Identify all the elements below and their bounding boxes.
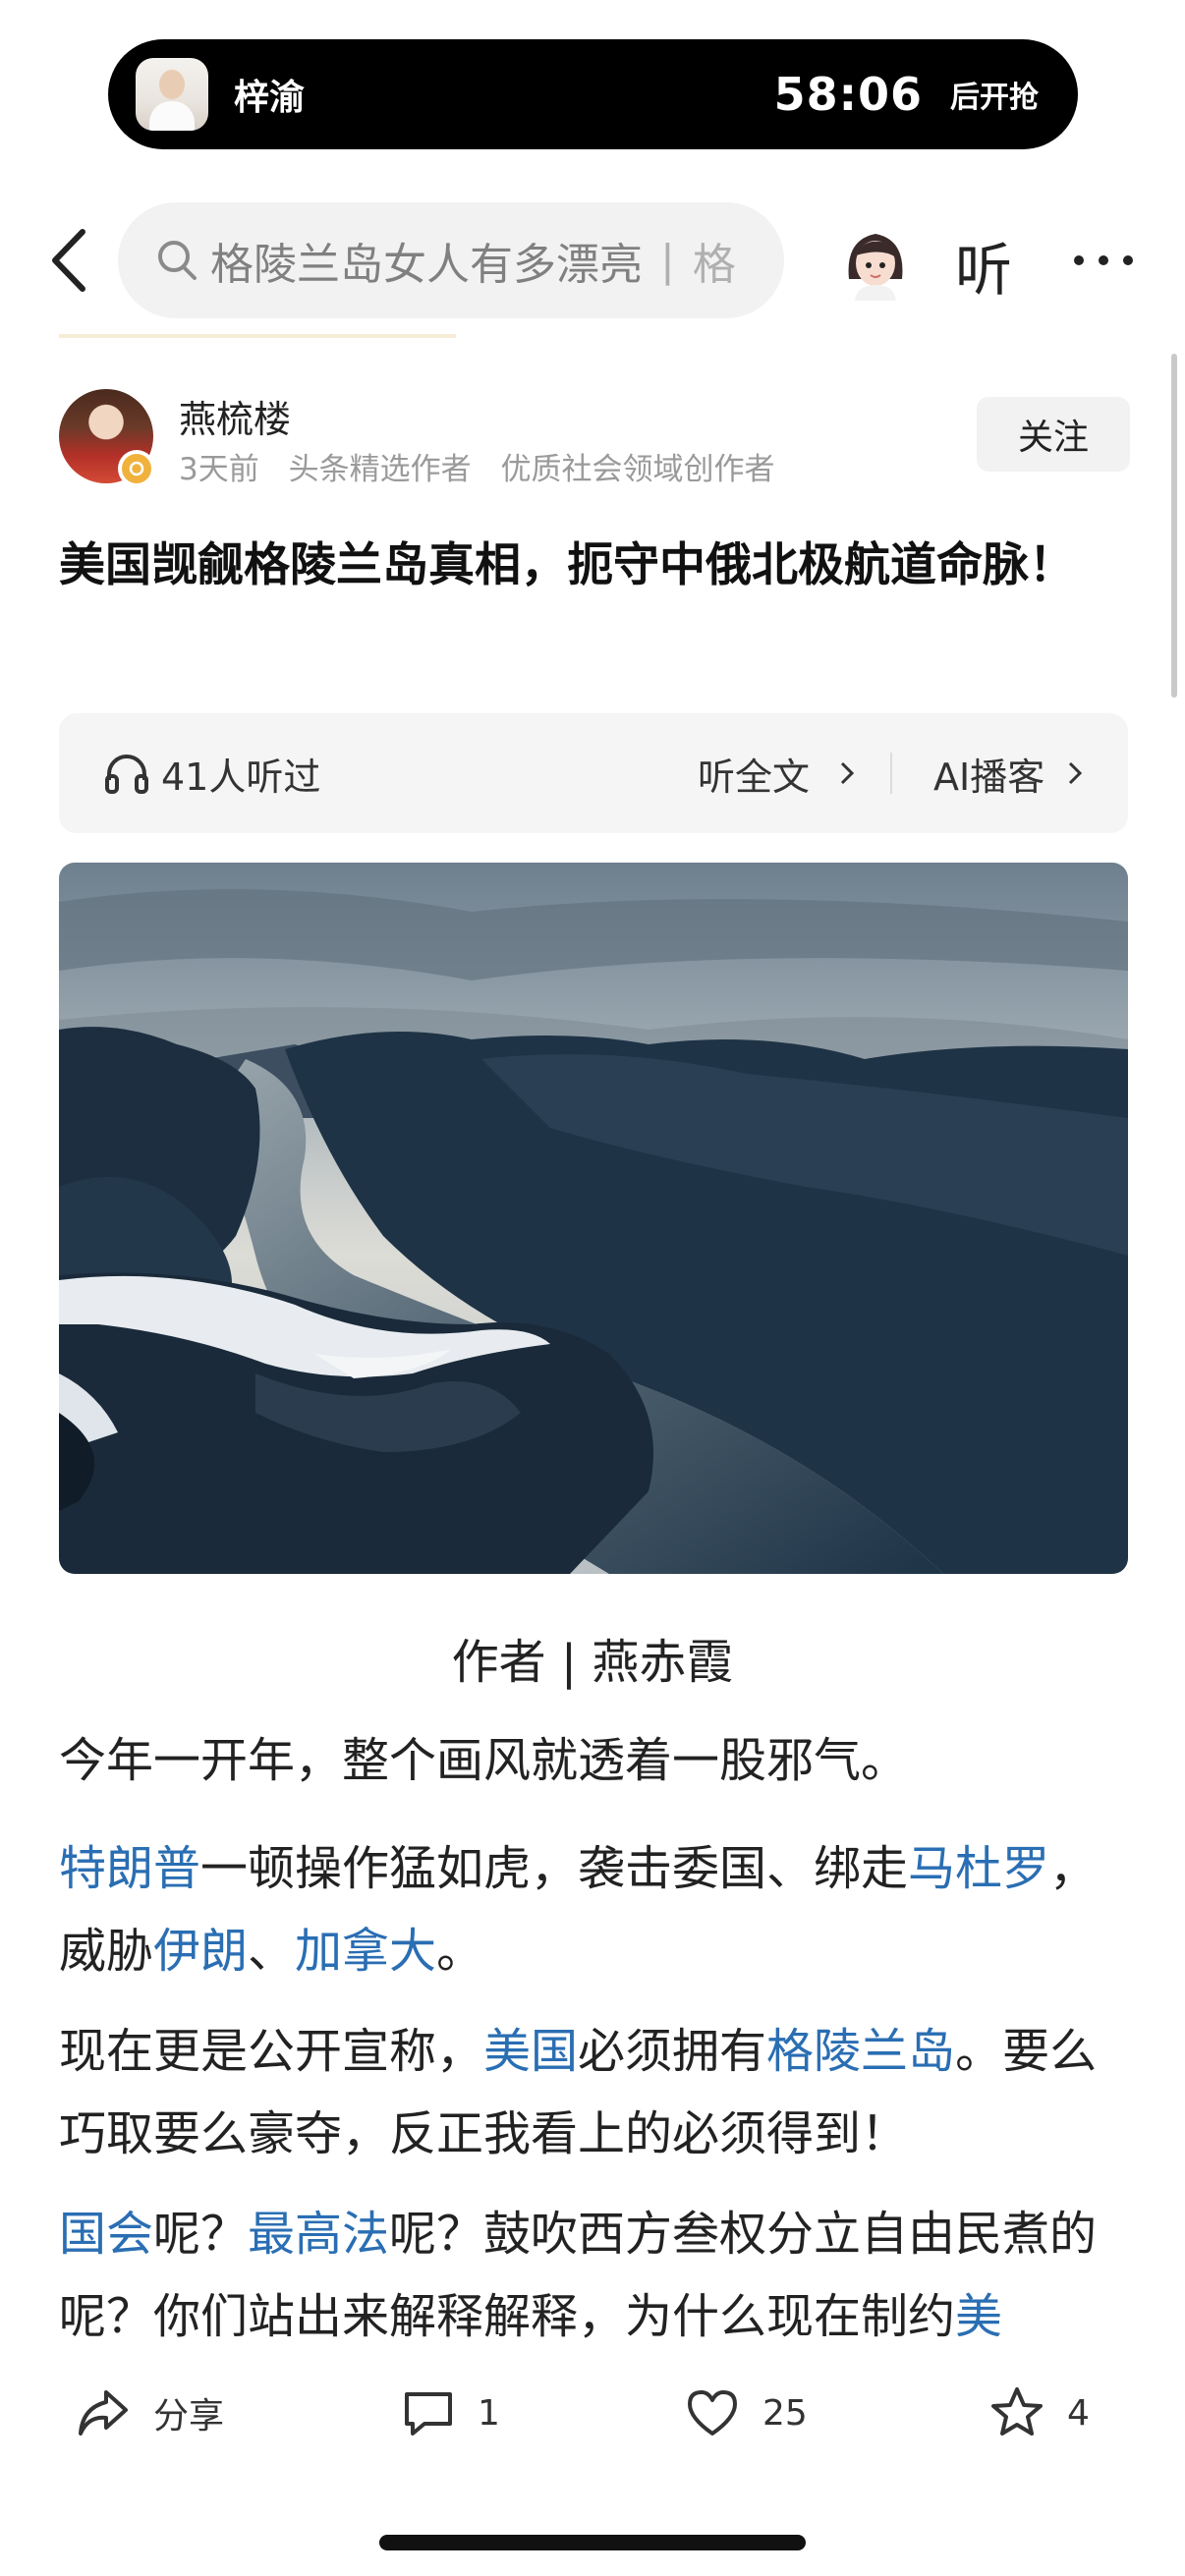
post-time: 3天前 [179, 452, 259, 487]
live-activity-island[interactable]: 梓渝 58:06 后开抢 [108, 39, 1078, 149]
chevron-right-icon [840, 761, 855, 785]
favorite-count: 4 [1067, 2392, 1090, 2434]
star-icon [991, 2387, 1043, 2436]
byline: 作者 | 燕赤霞 [451, 1635, 734, 1690]
paragraph-text: 、 [248, 1924, 296, 1979]
assistant-avatar-icon[interactable] [835, 220, 916, 301]
chevron-right-icon [1068, 761, 1083, 785]
entity-link[interactable]: 加拿大 [295, 1924, 436, 1979]
bottom-action-bar: 分享 1 25 4 [0, 2358, 1185, 2466]
article-title: 美国觊觎格陵兰岛真相，扼守中俄北极航道命脉！ [59, 538, 1075, 592]
audio-bar: 41人听过 听全文 AI播客 [59, 713, 1128, 833]
author-tag: 优质社会领域创作者 [500, 452, 775, 487]
home-indicator[interactable] [379, 2535, 806, 2550]
listen-count: 41人听过 [161, 756, 321, 799]
live-activity-name: 梓渝 [234, 78, 306, 118]
search-input[interactable]: 格陵兰岛女人有多漂亮 | 格 [118, 202, 784, 318]
share-icon [79, 2390, 128, 2436]
comment-button[interactable]: 1 [401, 2381, 500, 2444]
like-count: 25 [762, 2392, 808, 2434]
share-label: 分享 [153, 2396, 225, 2436]
paragraph-text: 现在更是公开宣称， [59, 2024, 484, 2079]
heart-icon [688, 2390, 737, 2436]
live-activity-avatar [136, 58, 208, 131]
scroll-indicator[interactable] [1171, 354, 1177, 698]
author-name[interactable]: 燕梳楼 [179, 389, 291, 443]
like-button[interactable]: 25 [684, 2381, 808, 2444]
search-icon [158, 241, 197, 280]
entity-link[interactable]: 国会 [59, 2207, 153, 2262]
live-activity-timer: 58:06 [773, 68, 923, 121]
follow-button[interactable]: 关注 [977, 397, 1130, 472]
top-divider [59, 334, 456, 338]
verified-badge-icon [118, 450, 155, 487]
entity-link[interactable]: 特朗普 [59, 1841, 200, 1896]
article-screen: 梓渝 58:06 后开抢 格陵兰岛女人有多漂亮 | 格 听 燕梳楼 3天前 头条… [0, 0, 1185, 2576]
search-placeholder: 格陵兰岛女人有多漂亮 [210, 240, 643, 290]
author-tag: 头条精选作者 [288, 452, 472, 487]
comment-icon [405, 2392, 452, 2436]
entity-link[interactable]: 美 [955, 2289, 1002, 2344]
listen-button[interactable]: 听 [955, 224, 1012, 307]
search-separator: | [660, 235, 675, 286]
back-arrow-icon[interactable] [43, 226, 98, 295]
article-image[interactable] [59, 863, 1128, 1574]
ai-podcast-button[interactable]: AI播客 [933, 747, 1044, 801]
entity-link[interactable]: 美国 [483, 2024, 578, 2079]
paragraph-4: 国会呢？最高法呢？鼓吹西方叁权分立自由民煮的呢？你们站出来解释解释，为什么现在制… [59, 2193, 1130, 2358]
paragraph-2: 特朗普一顿操作猛如虎，袭击委国、绑走马杜罗，威胁伊朗、加拿大。 [59, 1827, 1130, 1992]
favorite-button[interactable]: 4 [988, 2381, 1090, 2444]
audio-divider [890, 753, 892, 794]
paragraph-text: 呢？ [153, 2207, 249, 2262]
headphone-icon [105, 755, 148, 794]
paragraph-1: 今年一开年，整个画风就透着一股邪气。 [59, 1733, 909, 1788]
top-nav: 格陵兰岛女人有多漂亮 | 格 听 [0, 196, 1185, 324]
entity-link[interactable]: 伊朗 [153, 1924, 248, 1979]
entity-link[interactable]: 格陵兰岛 [766, 2024, 955, 2079]
entity-link[interactable]: 最高法 [248, 2207, 389, 2262]
paragraph-text: 一顿操作猛如虎，袭击委国、绑走 [200, 1841, 909, 1896]
more-icon[interactable] [1071, 251, 1136, 270]
entity-link[interactable]: 马杜罗 [908, 1841, 1049, 1896]
share-button[interactable]: 分享 [75, 2381, 224, 2444]
search-next-hint: 格 [692, 240, 736, 290]
live-activity-label: 后开抢 [950, 81, 1039, 115]
paragraph-text: 。 [436, 1924, 484, 1979]
paragraph-3: 现在更是公开宣称，美国必须拥有格陵兰岛。要么巧取要么豪夺，反正我看上的必须得到！ [59, 2010, 1130, 2175]
author-meta: 3天前 头条精选作者 优质社会领域创作者 [179, 444, 794, 488]
paragraph-text: 必须拥有 [578, 2024, 767, 2079]
comment-count: 1 [478, 2392, 500, 2434]
listen-full-button[interactable]: 听全文 [698, 747, 810, 801]
